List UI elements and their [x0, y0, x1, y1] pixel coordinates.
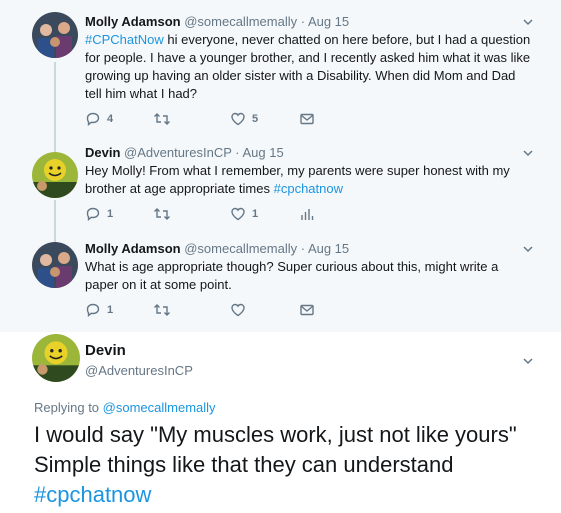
- tweet-text: #CPChatNow hi everyone, never chatted on…: [85, 31, 531, 103]
- reply-count: 1: [107, 304, 114, 316]
- hashtag-link[interactable]: #cpchatnow: [274, 181, 343, 196]
- author-handle[interactable]: @somecallmemally · Aug 15: [184, 241, 349, 256]
- dm-button[interactable]: [299, 302, 315, 318]
- author-handle[interactable]: @somecallmemally · Aug 15: [184, 14, 349, 29]
- author-handle[interactable]: @AdventuresInCP: [85, 363, 193, 378]
- like-button[interactable]: [230, 302, 246, 318]
- reply-count: 4: [107, 113, 114, 125]
- replying-to: Replying to @somecallmemally: [34, 400, 216, 415]
- analytics-icon: [301, 209, 314, 220]
- reply-icon: [86, 112, 100, 126]
- tweet-1[interactable]: Molly Adamson @somecallmemally · Aug 15 …: [0, 0, 561, 140]
- replying-prefix: Replying to: [34, 400, 103, 415]
- author-name[interactable]: Molly Adamson: [85, 14, 181, 29]
- retweet-icon: [154, 113, 170, 125]
- retweet-button[interactable]: [153, 111, 171, 127]
- chevron-down-icon[interactable]: [521, 354, 535, 368]
- avatar-molly[interactable]: [32, 12, 78, 58]
- retweet-icon: [154, 304, 170, 316]
- analytics-button[interactable]: [299, 206, 315, 222]
- thread-line: [54, 200, 56, 236]
- avatar-devin[interactable]: [32, 152, 78, 198]
- reply-button[interactable]: 1: [85, 302, 113, 318]
- reply-icon: [86, 207, 100, 221]
- like-button[interactable]: 1: [230, 206, 258, 222]
- like-count: 1: [252, 208, 259, 220]
- like-count: 5: [252, 113, 259, 125]
- like-button[interactable]: 5: [230, 111, 258, 127]
- heart-icon: [231, 303, 245, 317]
- reply-button[interactable]: 1: [85, 206, 113, 222]
- chevron-down-icon[interactable]: [521, 146, 535, 160]
- reply-button[interactable]: 4: [85, 111, 113, 127]
- envelope-icon: [300, 113, 314, 125]
- hashtag-link[interactable]: #CPChatNow: [85, 32, 164, 47]
- retweet-icon: [154, 208, 170, 220]
- main-tweet-text: I would say "My muscles work, just not l…: [34, 420, 534, 510]
- author-name[interactable]: Devin: [85, 145, 120, 160]
- tweet-2[interactable]: Devin @AdventuresInCP · Aug 15 Hey Molly…: [0, 140, 561, 236]
- chevron-down-icon[interactable]: [521, 242, 535, 256]
- reply-count: 1: [107, 208, 114, 220]
- heart-icon: [231, 112, 245, 126]
- author-name[interactable]: Molly Adamson: [85, 241, 181, 256]
- replying-handle-link[interactable]: @somecallmemally: [103, 400, 216, 415]
- thread-line: [54, 140, 56, 152]
- tweet-text: Hey Molly! From what I remember, my pare…: [85, 162, 531, 198]
- dm-button[interactable]: [299, 111, 315, 127]
- avatar-devin[interactable]: [32, 334, 80, 382]
- envelope-icon: [300, 304, 314, 316]
- tweet-text: What is age appropriate though? Super cu…: [85, 258, 531, 294]
- tweet-body: I would say "My muscles work, just not l…: [34, 422, 517, 477]
- chevron-down-icon[interactable]: [521, 15, 535, 29]
- tweet-body: What is age appropriate though? Super cu…: [85, 259, 499, 292]
- avatar-molly[interactable]: [32, 242, 78, 288]
- tweet-3[interactable]: Molly Adamson @somecallmemally · Aug 15 …: [0, 236, 561, 332]
- heart-icon: [231, 207, 245, 221]
- retweet-button[interactable]: [153, 302, 171, 318]
- hashtag-link[interactable]: #cpchatnow: [34, 482, 151, 507]
- reply-icon: [86, 303, 100, 317]
- retweet-button[interactable]: [153, 206, 171, 222]
- author-handle[interactable]: @AdventuresInCP · Aug 15: [124, 145, 284, 160]
- thread-line: [54, 62, 56, 140]
- author-name[interactable]: Devin: [85, 342, 126, 359]
